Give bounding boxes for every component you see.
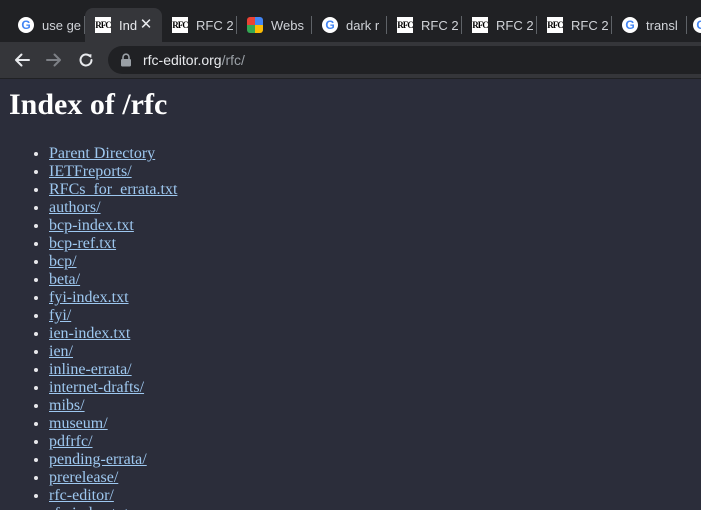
list-item: pending-errata/ [49, 451, 177, 469]
google-icon: G [622, 17, 638, 33]
tab-index-of-rfc[interactable]: RFC Ind ✕ [85, 8, 162, 42]
reload-icon [79, 53, 93, 67]
tab-title: RFC 2 [571, 17, 609, 33]
tab-title: use ge [42, 17, 82, 33]
directory-listing: Parent DirectoryIETFreports/RFCs_for_err… [9, 145, 177, 510]
list-item: internet-drafts/ [49, 379, 177, 397]
list-item: rfc-editor/ [49, 487, 177, 505]
list-item: inline-errata/ [49, 361, 177, 379]
tab-google-translate[interactable]: G transl [612, 8, 686, 42]
directory-entry-link[interactable]: internet-drafts/ [49, 379, 144, 396]
tab-websites[interactable]: Webs [237, 8, 311, 42]
google-icon: G [18, 17, 34, 33]
tab-title: transl [646, 17, 678, 33]
google-icon: G [693, 17, 701, 33]
list-item: museum/ [49, 415, 177, 433]
close-tab-icon[interactable]: ✕ [138, 17, 154, 33]
directory-entry-link[interactable]: RFCs_for_errata.txt [49, 181, 177, 198]
directory-entry-link[interactable]: pdfrfc/ [49, 433, 93, 450]
multicolor-grid-icon [247, 17, 263, 33]
list-item: bcp/ [49, 253, 177, 271]
directory-entry-link[interactable]: IETFreports/ [49, 163, 132, 180]
directory-entry-link[interactable]: authors/ [49, 199, 101, 216]
directory-entry-link[interactable]: beta/ [49, 271, 80, 288]
list-item: prerelease/ [49, 469, 177, 487]
directory-entry-link[interactable]: rfc-index.txt [49, 505, 129, 510]
directory-entry-link[interactable]: Parent Directory [49, 145, 155, 162]
tab-title: dark r [346, 17, 380, 33]
directory-entry-link[interactable]: pending-errata/ [49, 451, 147, 468]
list-item: RFCs_for_errata.txt [49, 181, 177, 199]
tab-title: Webs [271, 17, 304, 33]
list-item: mibs/ [49, 397, 177, 415]
tab-rfc[interactable]: RFC RFC 2 [462, 8, 536, 42]
list-item: bcp-ref.txt [49, 235, 177, 253]
list-item: fyi-index.txt [49, 289, 177, 307]
directory-entry-link[interactable]: bcp-index.txt [49, 217, 134, 234]
list-item: bcp-index.txt [49, 217, 177, 235]
directory-entry-link[interactable]: fyi-index.txt [49, 289, 129, 306]
browser-toolbar: rfc-editor.org/rfc/ [0, 42, 701, 79]
tab-title: Ind [119, 17, 138, 33]
tab-title: RFC 2 [421, 17, 459, 33]
tab-rfc[interactable]: RFC RFC 2 [537, 8, 611, 42]
page-title: Index of /rfc [9, 88, 168, 121]
tab-rfc[interactable]: RFC RFC 2 [162, 8, 236, 42]
url-text: rfc-editor.org/rfc/ [143, 51, 245, 69]
directory-entry-link[interactable]: ien-index.txt [49, 325, 130, 342]
list-item: IETFreports/ [49, 163, 177, 181]
lock-icon[interactable] [120, 53, 132, 67]
url-host: rfc-editor.org [143, 52, 222, 68]
forward-button[interactable] [40, 46, 68, 74]
tab-google-search[interactable]: G use ge [8, 8, 84, 42]
tab-strip: G use ge RFC Ind ✕ RFC RFC 2 Webs G dark… [0, 0, 701, 42]
list-item: Parent Directory [49, 145, 177, 163]
directory-entry-link[interactable]: ien/ [49, 343, 73, 360]
directory-entry-link[interactable]: rfc-editor/ [49, 487, 114, 504]
tab-rfc[interactable]: RFC RFC 2 [387, 8, 461, 42]
list-item: ien-index.txt [49, 325, 177, 343]
directory-entry-link[interactable]: museum/ [49, 415, 108, 432]
list-item: rfc-index.txt [49, 505, 177, 510]
rfc-icon: RFC [95, 17, 112, 33]
reload-button[interactable] [72, 46, 100, 74]
tab-google-dark-mode[interactable]: G dark r [312, 8, 386, 42]
tab-partial[interactable]: G [687, 8, 701, 42]
list-item: fyi/ [49, 307, 177, 325]
url-path: /rfc/ [221, 52, 245, 68]
arrow-left-icon [15, 53, 30, 67]
directory-entry-link[interactable]: prerelease/ [49, 469, 118, 486]
arrow-right-icon [46, 53, 61, 67]
directory-entry-link[interactable]: bcp-ref.txt [49, 235, 116, 252]
list-item: authors/ [49, 199, 177, 217]
address-bar[interactable]: rfc-editor.org/rfc/ [108, 46, 701, 74]
list-item: pdfrfc/ [49, 433, 177, 451]
rfc-icon: RFC [547, 17, 564, 33]
rfc-icon: RFC [472, 17, 489, 33]
directory-entry-link[interactable]: mibs/ [49, 397, 85, 414]
directory-entry-link[interactable]: fyi/ [49, 307, 71, 324]
back-button[interactable] [8, 46, 36, 74]
google-icon: G [322, 17, 338, 33]
list-item: beta/ [49, 271, 177, 289]
list-item: ien/ [49, 343, 177, 361]
rfc-icon: RFC [397, 17, 414, 33]
directory-entry-link[interactable]: inline-errata/ [49, 361, 132, 378]
page-content: Index of /rfc Parent DirectoryIETFreport… [0, 79, 701, 510]
rfc-icon: RFC [172, 17, 189, 33]
directory-entry-link[interactable]: bcp/ [49, 253, 77, 270]
tab-title: RFC 2 [496, 17, 534, 33]
tab-title: RFC 2 [196, 17, 234, 33]
